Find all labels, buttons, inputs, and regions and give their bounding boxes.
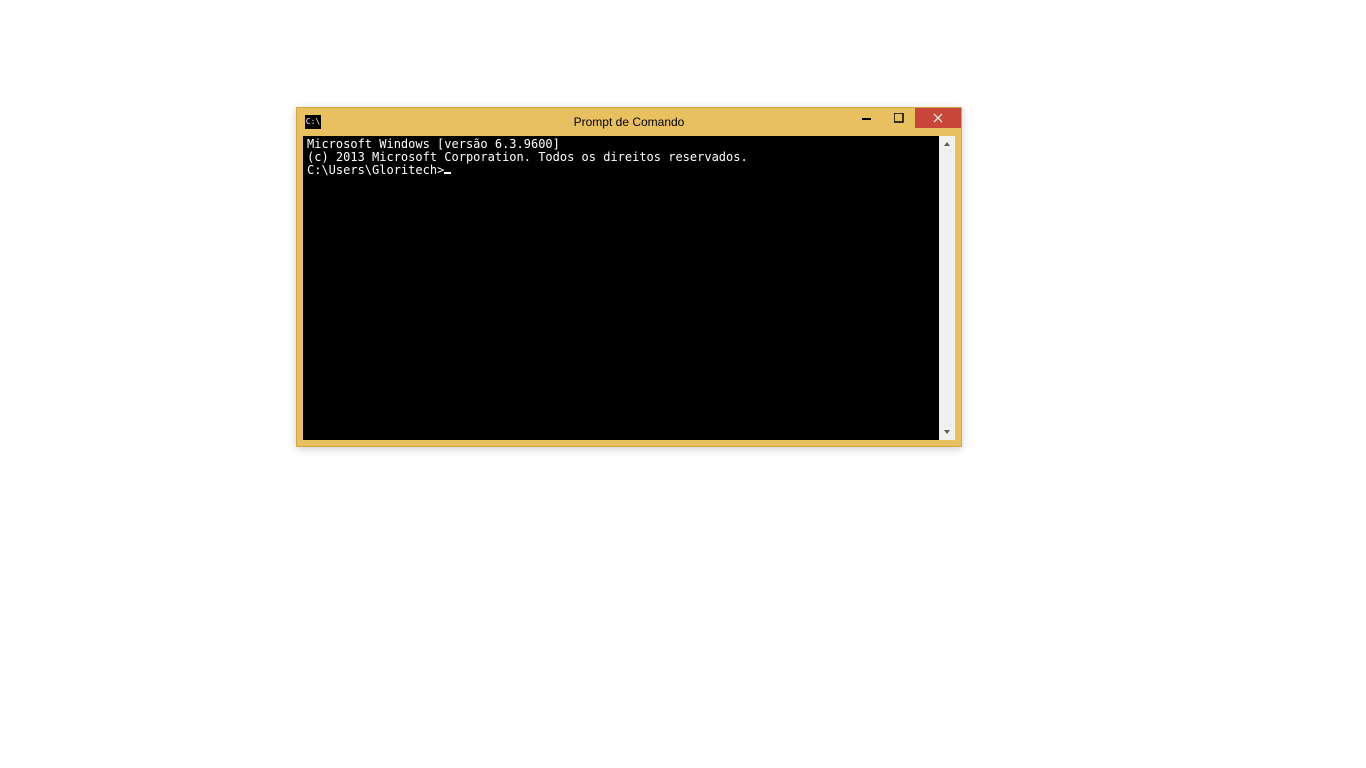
text-cursor xyxy=(444,172,451,174)
cmd-icon-text: C:\ xyxy=(306,118,320,126)
minimize-icon xyxy=(862,113,872,123)
console-content[interactable]: Microsoft Windows [versão 6.3.9600](c) 2… xyxy=(303,136,939,440)
maximize-button[interactable] xyxy=(883,108,915,128)
maximize-icon xyxy=(894,113,904,123)
minimize-button[interactable] xyxy=(851,108,883,128)
close-button[interactable] xyxy=(915,108,961,128)
scroll-down-button[interactable] xyxy=(939,424,955,440)
cmd-icon: C:\ xyxy=(305,115,321,129)
scroll-track[interactable] xyxy=(939,152,955,424)
window-controls xyxy=(851,108,961,128)
close-icon xyxy=(933,113,943,123)
chevron-up-icon xyxy=(943,140,951,148)
window-title: Prompt de Comando xyxy=(574,115,685,129)
vertical-scrollbar[interactable] xyxy=(939,136,955,440)
console-area: Microsoft Windows [versão 6.3.9600](c) 2… xyxy=(303,136,955,440)
titlebar[interactable]: C:\ Prompt de Comando xyxy=(297,108,961,136)
command-prompt-window: C:\ Prompt de Comando Microsoft xyxy=(296,107,962,447)
chevron-down-icon xyxy=(943,428,951,436)
scroll-up-button[interactable] xyxy=(939,136,955,152)
console-prompt: C:\Users\Gloritech> xyxy=(307,163,444,177)
